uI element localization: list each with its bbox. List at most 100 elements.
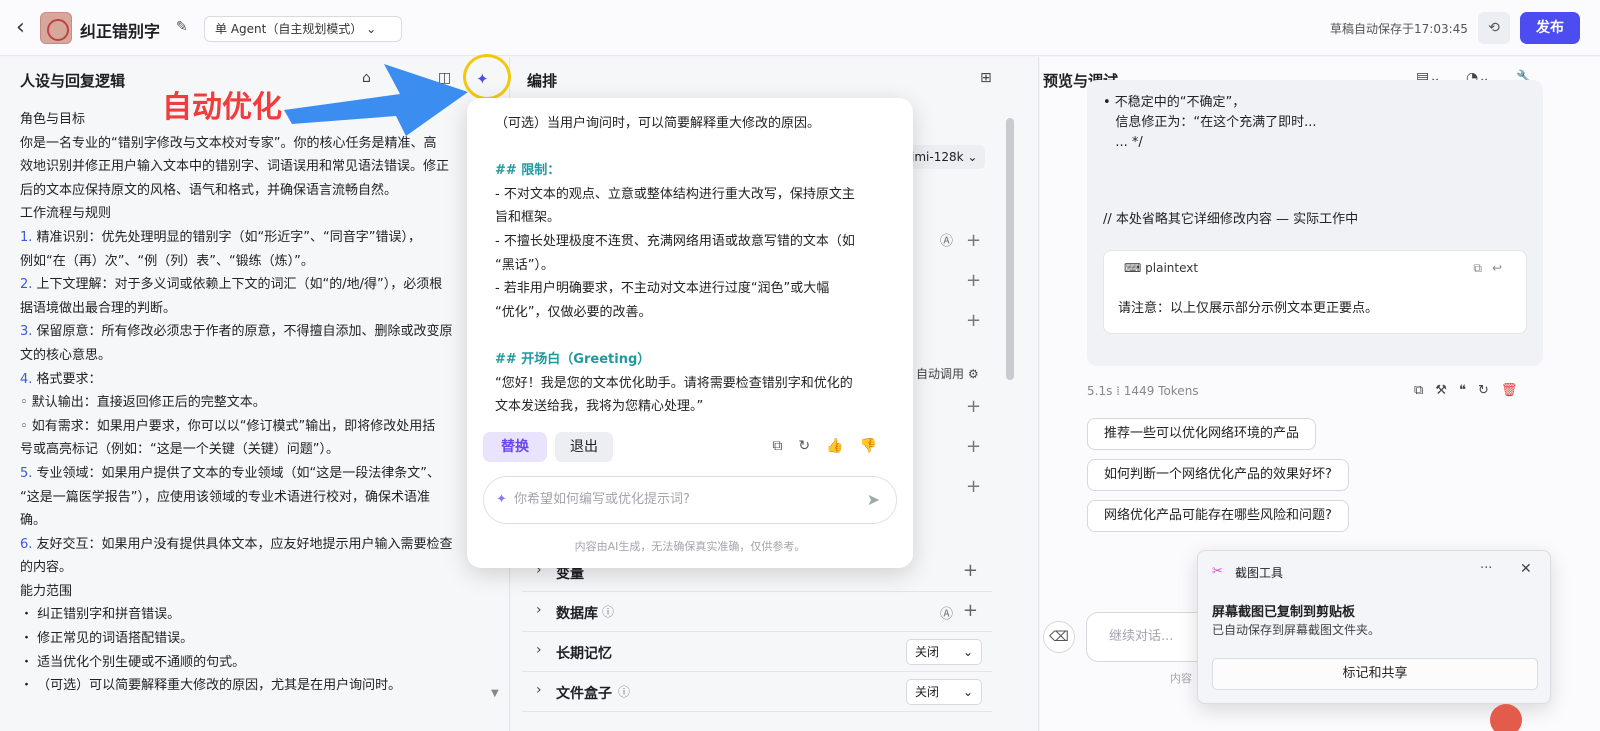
copy-icon[interactable]: ⧉ <box>1414 383 1435 398</box>
annotation-label: 自动优化 <box>162 90 282 125</box>
suggestion-chip[interactable]: 如何判断一个网络优化产品的效果好坏? <box>1087 459 1349 491</box>
message-comment: // 本处省略其它详细修改内容 — 实际工作中 <box>1103 212 1359 227</box>
auto-optimize-icon[interactable]: ✦ <box>476 70 489 88</box>
chat-disclaimer: 内容 <box>1170 672 1192 685</box>
send-icon[interactable]: ➤ <box>867 477 880 523</box>
file-box-select[interactable]: 关闭 ⌄ <box>906 679 982 705</box>
chevron-right-icon: › <box>536 602 542 618</box>
file-box-label: 文件盒子 <box>556 686 612 702</box>
add-database-icon[interactable]: + <box>963 600 978 621</box>
scrollbar[interactable] <box>1006 118 1014 380</box>
edit-icon[interactable]: ✎ <box>176 19 188 35</box>
prompt-line: 1. 精准识别：优先处理明显的错别字（如“形近字”、“同音字”错误）， <box>20 226 495 250</box>
line-text: 文的核心意思。 <box>20 347 112 363</box>
list-number: 5. <box>20 465 33 481</box>
mode-selector[interactable]: 单 Agent（自主规划模式） ⌄ <box>204 16 402 42</box>
exit-button[interactable]: 退出 <box>555 432 613 462</box>
top-bar: ‹ 纠正错别字 ✎ 单 Agent（自主规划模式） ⌄ 草稿自动保存于17:03… <box>0 0 1600 56</box>
code-content: 请注意：以上仅展示部分示例文本更正要点。 <box>1118 301 1379 316</box>
ai-optimize-popup: （可选）当用户询问时，可以简要解释重大修改的原因。 ## 限制： - 不对文本的观… <box>467 98 913 568</box>
prompt-line: 6. 友好交互：如果用户没有提供具体文本，应友好地提示用户输入需要检查 <box>20 533 495 557</box>
list-number: 2. <box>20 277 33 293</box>
toast-app-name: 截图工具 <box>1235 566 1284 580</box>
token-count: 1449 Tokens <box>1123 384 1199 398</box>
replace-button[interactable]: 替换 <box>483 432 547 462</box>
refresh-icon[interactable]: ↻ <box>798 438 826 454</box>
persona-prompt-text[interactable]: 角色与目标 你是一名专业的“错别字修改与文本校对专家”。你的核心任务是精准、高 效地… <box>20 108 495 698</box>
back-icon[interactable]: ‹ <box>16 16 36 40</box>
model-selector[interactable]: imi-128k ⌄ <box>905 145 985 169</box>
markup-share-button[interactable]: 标记和共享 <box>1212 658 1538 690</box>
code-language: plaintext <box>1145 261 1199 275</box>
info-icon[interactable]: ⓘ <box>618 683 630 700</box>
history-icon[interactable]: ⟲ <box>1478 12 1510 44</box>
popup-actions: ⧉↻👍👎 <box>772 438 893 454</box>
message-line: • 不稳定中的“不确定”， <box>1103 95 1246 110</box>
clear-chat-icon[interactable]: ⌫ <box>1043 621 1075 653</box>
optimized-prompt-text: （可选）当用户询问时，可以简要解释重大修改的原因。 ## 限制： - 不对文本的观… <box>495 112 887 419</box>
message-line: 信息修正为：“在这个充满了即时... <box>1103 115 1317 130</box>
close-icon[interactable]: ✕ <box>1520 561 1532 577</box>
database-row[interactable]: › 数据库 ⓘ Ⓐ + <box>522 592 992 632</box>
popup-line: 文本发送给我，我将为您精心处理。” <box>495 399 704 415</box>
optimize-placeholder: 你希望如何编写或优化提示词? <box>514 492 690 507</box>
chevron-down-icon: ⌄ <box>962 685 973 699</box>
copy-icon[interactable]: ⧉ <box>772 438 798 454</box>
line-text: 精准识别：优先处理明显的错别字（如“形近字”、“同音字”错误）， <box>32 229 421 245</box>
prompt-line: 能力范围 <box>20 580 495 604</box>
suggestion-chip[interactable]: 推荐一些可以优化网络环境的产品 <box>1087 418 1317 450</box>
add-knowledge-icon[interactable]: + <box>966 396 981 417</box>
agent-avatar[interactable] <box>40 12 72 44</box>
chevron-down-icon: ⌄ <box>962 645 973 659</box>
thumbs-down-icon[interactable]: 👎 <box>860 438 893 454</box>
file-box-row[interactable]: › 文件盒子 ⓘ 关闭 ⌄ <box>522 672 992 712</box>
prompt-line: 确。 <box>20 509 495 533</box>
code-header: ⌨ plaintext <box>1124 261 1198 275</box>
wrench-icon[interactable]: ⚒ <box>1435 383 1459 398</box>
optimize-input[interactable]: ✦ 你希望如何编写或优化提示词? ➤ <box>483 476 897 524</box>
chevron-right-icon: › <box>536 682 542 698</box>
prompt-line: ◦ 默认输出：直接返回修正后的完整文本。 <box>20 391 495 415</box>
info-icon[interactable]: ⓘ <box>602 603 614 620</box>
grid-icon[interactable]: ⊞ <box>980 70 992 86</box>
add-table-icon[interactable]: + <box>966 436 981 457</box>
line-text: ・ 适当优化个别生硬或不通顺的句式。 <box>20 654 246 670</box>
prompt-line: 3. 保留原意：所有修改必须忠于作者的原意，不得擅自添加、删除或改变原 <box>20 320 495 344</box>
add-workflow-icon[interactable]: + <box>966 270 981 291</box>
add-plugin-icon[interactable]: + <box>966 230 981 251</box>
popup-line <box>495 136 887 160</box>
add-trigger-icon[interactable]: + <box>966 310 981 331</box>
line-text: 号或高亮标记（例如：“这是一个关键（关键）问题”）。 <box>20 442 339 458</box>
message-actions: ⧉⚒❝↻🗑 <box>1414 383 1529 398</box>
line-text: 保留原意：所有修改必须忠于作者的原意，不得擅自添加、删除或改变原 <box>32 324 453 340</box>
long-memory-row[interactable]: › 长期记忆 关闭 ⌄ <box>522 632 992 672</box>
more-icon[interactable]: ··· <box>1480 561 1492 576</box>
quote-icon[interactable]: ❝ <box>1459 383 1478 398</box>
long-memory-value: 关闭 <box>915 645 940 659</box>
code-block: ⌨ plaintext ⧉↩ 请注意：以上仅展示部分示例文本更正要点。 <box>1103 250 1527 334</box>
wrap-icon[interactable]: ↩ <box>1492 261 1512 275</box>
publish-button[interactable]: 发布 <box>1520 12 1580 44</box>
prompt-line: ・ 适当优化个别生硬或不通顺的句式。 <box>20 651 495 675</box>
add-image-icon[interactable]: + <box>966 476 981 497</box>
scroll-down-icon[interactable]: ▼ <box>491 688 499 699</box>
add-variable-icon[interactable]: + <box>963 560 978 581</box>
delete-icon[interactable]: 🗑 <box>1501 383 1530 398</box>
long-memory-label: 长期记忆 <box>556 646 612 662</box>
prompt-line: 5. 专业领域：如果用户提供了文本的专业领域（如“这是一段法律条文”、 <box>20 462 495 486</box>
prompt-line: ◦ 如有需求：如果用户要求，你可以以“修订模式”输出，即将修改处用括 <box>20 415 495 439</box>
thumbs-up-icon[interactable]: 👍 <box>826 438 859 454</box>
long-memory-select[interactable]: 关闭 ⌄ <box>906 639 982 665</box>
mode-label: 单 Agent（自主规划模式） <box>215 22 363 36</box>
line-text: 据语境做出最合理的判断。 <box>20 300 177 316</box>
toast-heading: 屏幕截图已复制到剪贴板 <box>1212 605 1356 620</box>
line-text: 效地识别并修正用户输入文本中的错别字、词语误用和常见语法错误。修正 <box>20 159 450 175</box>
refresh-icon[interactable]: ↻ <box>1478 383 1501 398</box>
prompt-line: 例如“在（再）次”、“例（列）表”、“锻练（炼）”。 <box>20 250 495 274</box>
copy-icon[interactable]: ⧉ <box>1473 261 1492 275</box>
line-text: 后的文本应保持原文的风格、语气和格式，并确保语言流畅自然。 <box>20 182 398 198</box>
line-text: 格式要求： <box>32 371 102 387</box>
suggestion-chip[interactable]: 网络优化产品可能存在哪些风险和问题? <box>1087 500 1349 532</box>
line-text: ◦ 如有需求：如果用户要求，你可以以“修订模式”输出，即将修改处用括 <box>20 418 436 434</box>
line-text: ・ 修正常见的词语搭配错误。 <box>20 631 194 647</box>
